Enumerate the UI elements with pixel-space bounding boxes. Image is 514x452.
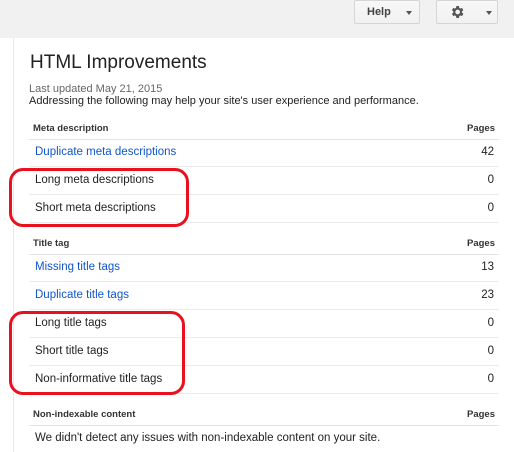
page-count: 0 <box>487 317 494 329</box>
non-indexable-message: We didn't detect any issues with non-ind… <box>35 432 381 444</box>
section-label: Non-indexable content <box>33 409 136 420</box>
page-count: 0 <box>487 345 494 357</box>
help-button[interactable]: Help <box>354 0 420 24</box>
missing-title-tags-link[interactable]: Missing title tags <box>35 261 120 273</box>
page-count: 0 <box>487 373 494 385</box>
page-title: HTML Improvements <box>30 52 207 73</box>
section-header-non-indexable-content: Non-indexable content Pages <box>29 404 499 426</box>
page-count: 13 <box>481 261 494 273</box>
page-count: 0 <box>487 174 494 186</box>
page-subtitle: Addressing the following may help your s… <box>29 95 419 107</box>
row-duplicate-title-tags: Duplicate title tags 23 <box>29 282 499 310</box>
chevron-down-icon <box>406 11 412 15</box>
page-count: 0 <box>487 202 494 214</box>
chevron-down-icon <box>486 11 492 15</box>
top-toolbar: Help <box>0 0 514 38</box>
annotation-highlight-meta <box>9 168 189 227</box>
page-count: 42 <box>481 146 494 158</box>
section-header-meta-description: Meta description Pages <box>29 118 499 140</box>
settings-button[interactable] <box>436 0 498 24</box>
duplicate-title-tags-link[interactable]: Duplicate title tags <box>35 289 129 301</box>
section-label: Meta description <box>33 123 109 134</box>
pages-column-header: Pages <box>467 123 495 134</box>
page-count: 23 <box>481 289 494 301</box>
last-updated: Last updated May 21, 2015 <box>29 83 163 95</box>
pages-column-header: Pages <box>467 238 495 249</box>
annotation-highlight-title <box>9 311 185 395</box>
gear-icon <box>451 6 464 18</box>
help-button-label: Help <box>367 6 391 18</box>
duplicate-meta-descriptions-link[interactable]: Duplicate meta descriptions <box>35 146 176 158</box>
row-duplicate-meta-descriptions: Duplicate meta descriptions 42 <box>29 139 499 167</box>
row-missing-title-tags: Missing title tags 13 <box>29 254 499 282</box>
pages-column-header: Pages <box>467 409 495 420</box>
section-header-title-tag: Title tag Pages <box>29 233 499 255</box>
section-label: Title tag <box>33 238 70 249</box>
